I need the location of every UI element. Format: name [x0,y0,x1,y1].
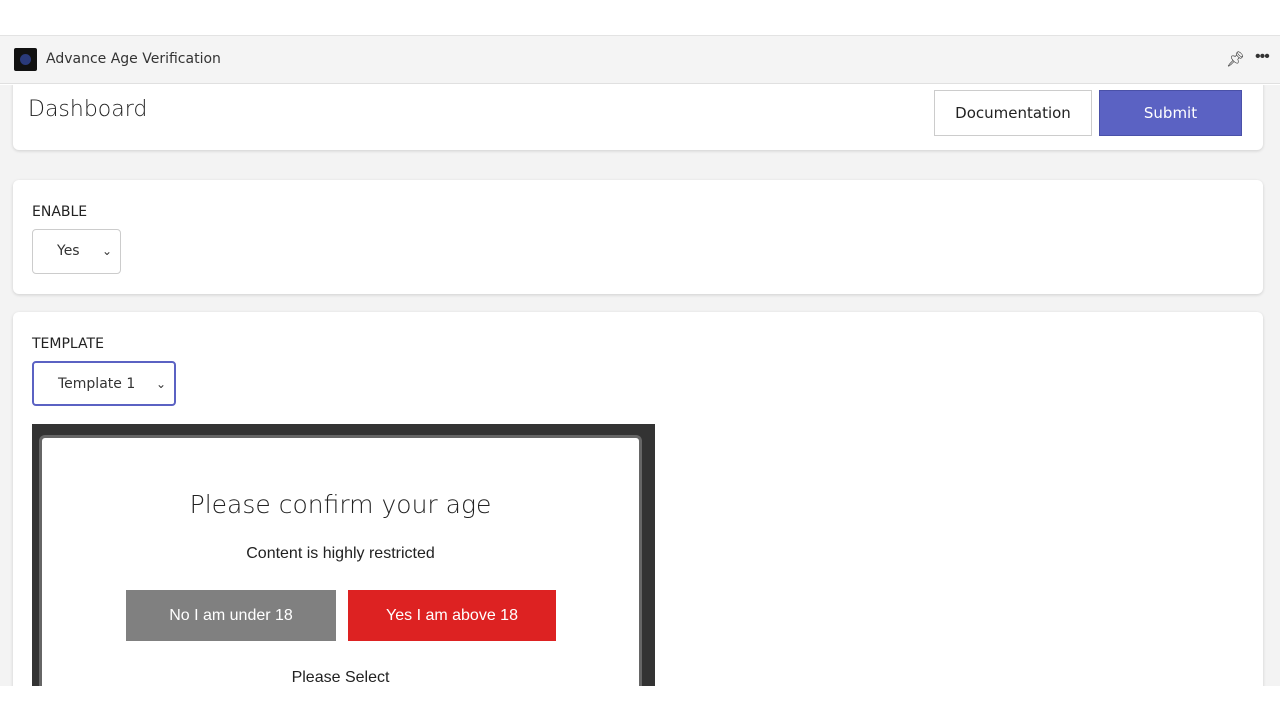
modal-title: Please confirm your age [189,490,492,519]
submit-button[interactable]: Submit [1099,90,1242,136]
more-options-icon[interactable]: ••• [1255,48,1270,66]
template-select[interactable]: Template 1 ⌄ [32,361,176,406]
template-value: Template 1 [58,376,136,392]
chevron-down-icon: ⌄ [101,244,112,258]
app-title: Advance Age Verification [46,51,221,67]
modal-subtitle: Content is highly restricted [246,545,435,562]
app-logo-icon [14,48,37,71]
documentation-button[interactable]: Documentation [934,90,1092,136]
pin-icon[interactable]: 📌︎ [1226,50,1245,68]
page-title: Dashboard [28,97,148,122]
above-18-button[interactable]: Yes I am above 18 [348,590,556,641]
enable-value: Yes [57,243,80,259]
age-modal-preview: Please confirm your age Content is highl… [39,435,642,686]
app-header: Advance Age Verification 📌︎ ••• [0,35,1280,84]
modal-footer-text: Please Select [291,669,390,686]
template-preview: Please confirm your age Content is highl… [32,424,655,686]
enable-label: ENABLE [32,204,88,220]
main-content: Dashboard Documentation Submit ENABLE Ye… [0,85,1280,686]
template-label: TEMPLATE [32,336,104,352]
chevron-down-icon: ⌄ [155,377,166,391]
enable-card: ENABLE Yes ⌄ [13,180,1263,294]
enable-select[interactable]: Yes ⌄ [32,229,121,274]
template-card: TEMPLATE Template 1 ⌄ Please confirm your… [13,312,1263,686]
header-card: Dashboard Documentation Submit [13,85,1263,150]
under-18-button[interactable]: No I am under 18 [126,590,336,641]
